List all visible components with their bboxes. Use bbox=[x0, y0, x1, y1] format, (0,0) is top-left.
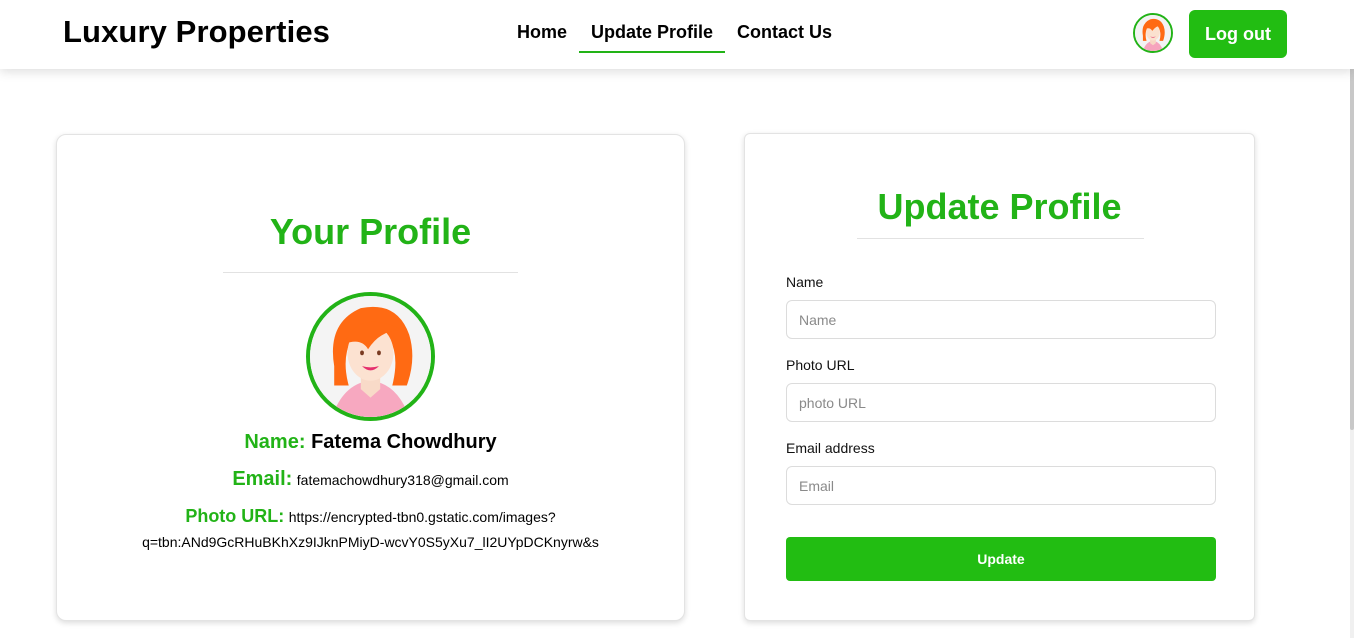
email-input[interactable] bbox=[786, 466, 1216, 505]
name-label: Name: bbox=[244, 431, 306, 453]
email-label: Email: bbox=[232, 468, 293, 490]
photo-url-value-line1: https://encrypted-tbn0.gstatic.com/image… bbox=[288, 509, 556, 525]
brand-logo-text[interactable]: Luxury Properties bbox=[63, 14, 330, 50]
profile-divider bbox=[223, 272, 518, 273]
female-avatar-icon bbox=[1135, 15, 1171, 51]
email-field-label: Email address bbox=[786, 440, 875, 456]
name-value: Fatema Chowdhury bbox=[311, 431, 497, 453]
name-field-label: Name bbox=[786, 274, 824, 290]
active-nav-indicator bbox=[579, 51, 725, 53]
profile-title: Your Profile bbox=[269, 211, 472, 252]
navbar: Luxury Properties Home Update Profile Co… bbox=[0, 0, 1354, 69]
profile-avatar-icon bbox=[306, 292, 435, 421]
female-avatar-icon bbox=[310, 296, 431, 417]
photo-url-label: Photo URL: bbox=[185, 506, 285, 526]
profile-name-row: Name: Fatema Chowdhury bbox=[57, 431, 684, 454]
nav-home-link[interactable]: Home bbox=[517, 22, 567, 43]
scrollbar-track[interactable] bbox=[1350, 0, 1354, 638]
email-value: fatemachowdhury318@gmail.com bbox=[296, 472, 509, 488]
user-avatar-icon[interactable] bbox=[1133, 13, 1173, 53]
photo-url-value-line2: q=tbn:ANd9GcRHuBKhXz9IJknPMiyD-wcvY0S5yX… bbox=[142, 534, 599, 550]
profile-email-row: Email: fatemachowdhury318@gmail.com bbox=[57, 468, 684, 491]
nav-contact-link[interactable]: Contact Us bbox=[737, 22, 832, 43]
form-divider bbox=[857, 238, 1144, 239]
name-input[interactable] bbox=[786, 300, 1216, 339]
photo-url-field-label: Photo URL bbox=[786, 357, 855, 373]
profile-photo-url-row: Photo URL: https://encrypted-tbn0.gstati… bbox=[57, 504, 684, 555]
update-profile-title: Update Profile bbox=[877, 186, 1122, 227]
photo-url-input[interactable] bbox=[786, 383, 1216, 422]
logout-button[interactable]: Log out bbox=[1189, 10, 1287, 58]
update-profile-card: Update Profile Name Photo URL Email addr… bbox=[744, 133, 1255, 621]
update-button[interactable]: Update bbox=[786, 537, 1216, 581]
profile-card: Your Profile Name: Fatema Chowdhury Emai… bbox=[56, 134, 685, 621]
nav-update-profile-link[interactable]: Update Profile bbox=[591, 22, 713, 43]
scrollbar-thumb[interactable] bbox=[1350, 20, 1354, 430]
